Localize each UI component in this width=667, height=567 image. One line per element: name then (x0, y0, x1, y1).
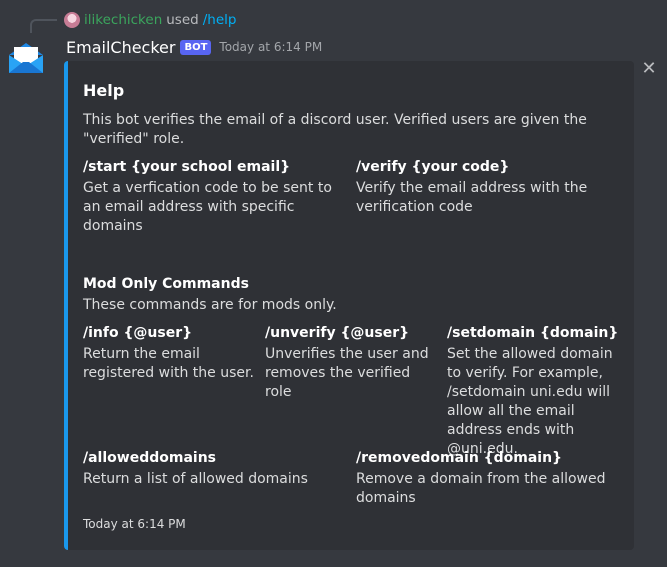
help-embed: Help This bot verifies the email of a di… (64, 61, 634, 550)
author-name[interactable]: EmailChecker (66, 38, 175, 57)
field-alloweddomains: /alloweddomains Return a list of allowed… (83, 449, 343, 489)
field-value: These commands are for mods only. (83, 297, 337, 313)
reply-username[interactable]: ilikechicken (84, 12, 162, 28)
reply-used-text: used (166, 12, 199, 28)
reply-connector (30, 19, 57, 33)
message-header: EmailChecker BOT Today at 6:14 PM (66, 36, 322, 58)
field-value: Return the email registered with the use… (83, 346, 254, 381)
reply-avatar[interactable] (64, 12, 80, 28)
field-name: /verify {your code} (356, 159, 510, 175)
field-mod-only: Mod Only Commands These commands are for… (83, 275, 608, 315)
field-removedomain: /removedomain {domain} Remove a domain f… (356, 449, 606, 508)
field-name: /setdomain {domain} (447, 325, 619, 341)
field-verify: /verify {your code} Verify the email add… (356, 158, 606, 217)
field-name: /unverify {@user} (265, 325, 410, 341)
field-value: Get a verfication code to be sent to an … (83, 180, 332, 234)
embed-description: This bot verifies the email of a discord… (83, 112, 587, 147)
field-setdomain: /setdomain {domain} Set the allowed doma… (447, 324, 622, 459)
bot-badge: BOT (180, 39, 212, 55)
field-name: /info {@user} (83, 325, 193, 341)
field-value: Set the allowed domain to verify. For ex… (447, 346, 613, 457)
field-name: /removedomain {domain} (356, 450, 563, 466)
field-value: Remove a domain from the allowed domains (356, 471, 606, 506)
close-icon[interactable]: ✕ (641, 60, 657, 78)
field-value: Verify the email address with the verifi… (356, 180, 588, 215)
message-timestamp[interactable]: Today at 6:14 PM (219, 40, 322, 54)
reply-context[interactable]: ilikechicken used /help (64, 10, 236, 30)
reply-command[interactable]: /help (203, 12, 237, 28)
field-name: /start {your school email} (83, 159, 291, 175)
field-info: /info {@user} Return the email registere… (83, 324, 259, 383)
field-start: /start {your school email} Get a verfica… (83, 158, 343, 236)
field-unverify: /unverify {@user} Unverifies the user an… (265, 324, 440, 402)
embed-footer-timestamp: Today at 6:14 PM (83, 517, 186, 531)
field-name: /alloweddomains (83, 450, 216, 466)
field-value: Unverifies the user and removes the veri… (265, 346, 429, 400)
field-name: Mod Only Commands (83, 276, 249, 292)
envelope-icon[interactable] (6, 38, 46, 78)
embed-title: Help (83, 81, 125, 100)
field-value: Return a list of allowed domains (83, 471, 308, 487)
